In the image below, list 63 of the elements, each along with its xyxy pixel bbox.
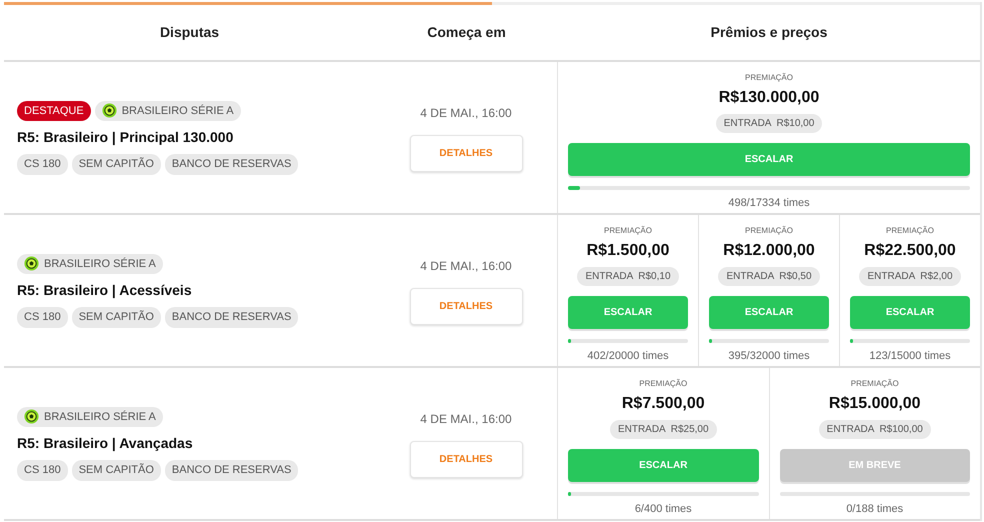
prize-amount: R$7.500,00 <box>622 394 705 414</box>
details-button[interactable]: DETALHES <box>410 134 522 172</box>
join-button[interactable]: ESCALAR <box>568 449 758 482</box>
column-header: Disputas <box>158 23 220 42</box>
prize-caption: PREMIAÇÃO <box>886 225 934 237</box>
entry-value: R$0,50 <box>779 270 812 284</box>
details-button[interactable]: DETALHES <box>410 288 522 324</box>
start-time: 4 DE MAI., 16:00 <box>420 258 512 274</box>
join-button[interactable]: ESCALAR <box>709 296 829 329</box>
entry-label: ENTRADA <box>867 270 916 284</box>
prize-amount: R$1.500,00 <box>586 241 670 261</box>
prize-amount: R$12.000,00 <box>723 241 815 261</box>
entry-value: R$25,00 <box>670 423 709 437</box>
soccer-ball-icon <box>24 256 39 272</box>
join-button[interactable]: ESCALAR <box>568 296 688 329</box>
highlight-badge: DESTAQUE <box>17 100 91 121</box>
column-header: Prêmios e preços <box>710 23 828 42</box>
contest-title: R5: Brasileiro | Avançadas <box>17 434 194 454</box>
league-name: BRASILEIRO SÉRIE A <box>122 104 234 118</box>
soccer-ball-icon <box>102 103 117 118</box>
teams-count: 123/15000 times <box>869 349 951 364</box>
entry-value: R$10,00 <box>776 117 814 131</box>
rule-tag: BANCO DE RESERVAS <box>164 307 298 328</box>
prize-amount: R$22.500,00 <box>864 241 956 261</box>
contest-title: R5: Brasileiro | Principal 130.000 <box>17 128 234 148</box>
entry-label: ENTRADA <box>585 270 634 284</box>
teams-count: 395/32000 times <box>728 349 810 364</box>
teams-count: 0/188 times <box>846 502 904 517</box>
teams-count: 402/20000 times <box>587 349 669 364</box>
prize-amount: R$15.000,00 <box>828 394 921 414</box>
rule-tag: SEM CAPITÃO <box>72 460 161 480</box>
join-button[interactable]: ESCALAR <box>850 296 970 329</box>
teams-count: 498/17334 times <box>728 196 810 211</box>
entry-label: ENTRADA <box>826 423 874 437</box>
entry-value: R$2,00 <box>920 270 953 284</box>
rule-tag: BANCO DE RESERVAS <box>164 154 298 174</box>
contest-title: R5: Brasileiro | Acessíveis <box>17 281 193 300</box>
entry-value: R$100,00 <box>879 423 923 437</box>
prize-caption: PREMIAÇÃO <box>639 378 688 390</box>
entry-label: ENTRADA <box>618 423 666 437</box>
prize-caption: PREMIAÇÃO <box>850 378 899 390</box>
entry-label: ENTRADA <box>726 270 774 284</box>
rule-tag: BANCO DE RESERVAS <box>164 460 298 480</box>
rule-tag: SEM CAPITÃO <box>72 307 161 328</box>
start-time: 4 DE MAI., 16:00 <box>420 410 512 428</box>
soccer-ball-icon <box>24 409 39 424</box>
details-button[interactable]: DETALHES <box>410 440 522 478</box>
column-header: Começa em <box>426 23 507 42</box>
rule-tag: SEM CAPITÃO <box>72 154 161 174</box>
entry-label: ENTRADA <box>724 117 772 131</box>
league-name: BRASILEIRO SÉRIE A <box>44 256 156 272</box>
start-time: 4 DE MAI., 16:00 <box>420 104 512 122</box>
rule-tag: CS 180 <box>17 307 68 328</box>
prize-caption: PREMIAÇÃO <box>604 225 652 237</box>
entry-value: R$0,10 <box>638 270 671 284</box>
teams-count: 6/400 times <box>634 502 692 517</box>
prize-amount: R$130.000,00 <box>718 88 820 108</box>
league-name: BRASILEIRO SÉRIE A <box>44 410 156 424</box>
prize-caption: PREMIAÇÃO <box>744 225 793 237</box>
rule-tag: CS 180 <box>17 460 68 480</box>
prize-caption: PREMIAÇÃO <box>744 72 793 84</box>
join-button[interactable]: ESCALAR <box>568 143 970 176</box>
rule-tag: CS 180 <box>17 154 68 174</box>
